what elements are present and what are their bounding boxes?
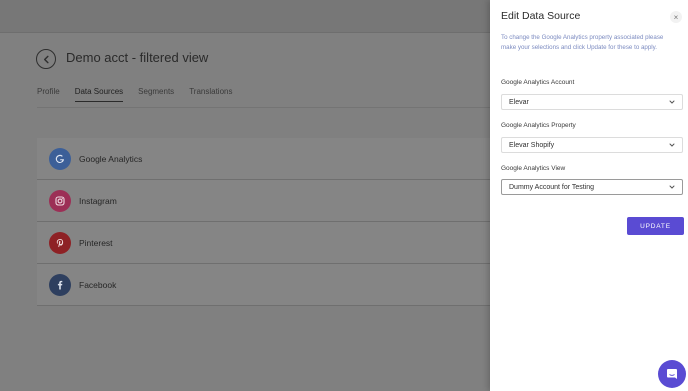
chevron-left-icon: [43, 55, 49, 63]
tab-translations[interactable]: Translations: [189, 87, 232, 102]
source-name: Google Analytics: [79, 153, 143, 164]
tab-segments[interactable]: Segments: [138, 87, 174, 102]
pinterest-icon: [49, 231, 71, 254]
source-row-instagram[interactable]: Instagram: [37, 180, 497, 222]
chat-launcher-button[interactable]: [658, 360, 686, 388]
instagram-icon: [49, 189, 71, 212]
account-value: Elevar: [509, 98, 529, 106]
chevron-down-icon: [669, 143, 675, 147]
google-icon: [49, 147, 71, 170]
chevron-down-icon: [669, 185, 675, 189]
close-button[interactable]: ×: [670, 11, 682, 23]
tab-profile[interactable]: Profile: [37, 87, 60, 102]
close-icon: ×: [673, 12, 679, 22]
data-source-list: Google Analytics Instagram Pinterest Fac…: [37, 138, 497, 306]
source-row-google-analytics[interactable]: Google Analytics: [37, 138, 497, 180]
back-button[interactable]: [36, 49, 56, 69]
panel-description: To change the Google Analytics property …: [501, 34, 664, 51]
account-select[interactable]: Elevar: [501, 94, 683, 110]
tab-bar: Profile Data Sources Segments Translatio…: [37, 87, 247, 102]
panel-title: Edit Data Source: [501, 10, 581, 22]
property-select[interactable]: Elevar Shopify: [501, 137, 683, 153]
view-value: Dummy Account for Testing: [509, 183, 595, 191]
source-name: Pinterest: [79, 237, 113, 248]
chat-icon: [667, 369, 677, 379]
tab-data-sources[interactable]: Data Sources: [74, 87, 124, 102]
page-title: Demo acct - filtered view: [66, 50, 209, 65]
view-label: Google Analytics View: [501, 165, 566, 172]
account-label: Google Analytics Account: [501, 79, 575, 86]
source-row-facebook[interactable]: Facebook: [37, 264, 497, 306]
source-name: Facebook: [79, 279, 117, 290]
property-label: Google Analytics Property: [501, 122, 576, 129]
chevron-down-icon: [669, 100, 675, 104]
edit-data-source-panel: Edit Data Source × To change the Google …: [490, 0, 688, 391]
view-select[interactable]: Dummy Account for Testing: [501, 179, 683, 195]
source-row-pinterest[interactable]: Pinterest: [37, 222, 497, 264]
update-button[interactable]: UPDATE: [627, 217, 684, 235]
facebook-icon: [49, 273, 71, 296]
property-value: Elevar Shopify: [509, 141, 555, 149]
tab-divider: [37, 107, 497, 108]
source-name: Instagram: [79, 195, 117, 206]
